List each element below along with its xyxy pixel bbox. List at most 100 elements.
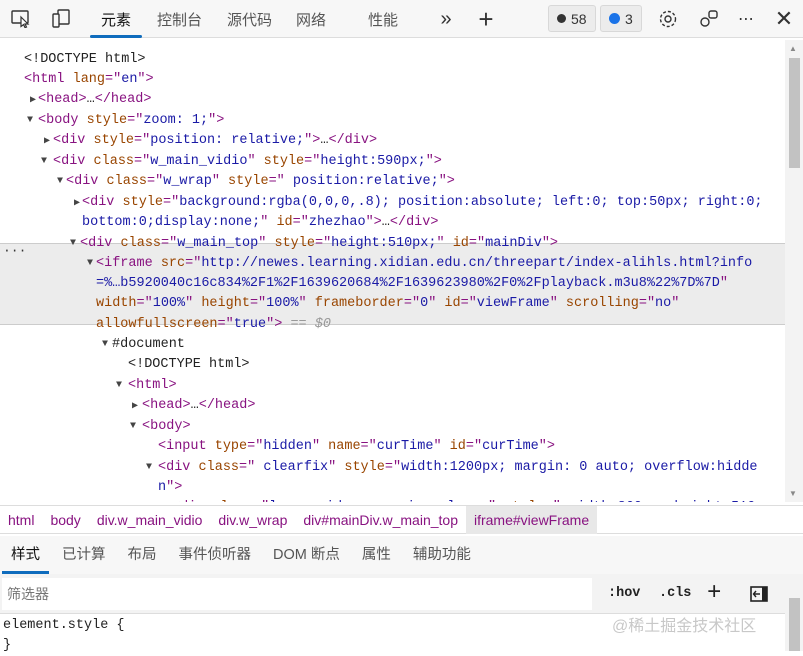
inspect-element-icon[interactable]	[8, 0, 34, 38]
breadcrumb-item[interactable]: div#mainDiv.w_main_top	[295, 506, 466, 534]
dom-node-line[interactable]: n">	[158, 478, 182, 499]
expand-triangle-icon[interactable]: ▶	[132, 400, 142, 412]
panel-tab[interactable]: 辅助功能	[402, 536, 482, 574]
collapse-triangle-icon[interactable]: ▼	[87, 258, 97, 269]
cls-button[interactable]: .cls	[659, 578, 691, 610]
styles-pane: element.style { }	[0, 616, 125, 656]
close-icon[interactable]: ✕	[772, 0, 796, 38]
dom-node-line[interactable]: <body style="zoom: 1;">	[38, 111, 224, 132]
dom-tree[interactable]: ··· <!DOCTYPE html> <html lang="en"> <head…	[0, 40, 785, 502]
node-actions-ellipsis-icon[interactable]: ···	[3, 243, 26, 258]
tab-network[interactable]: 网络	[296, 0, 326, 38]
scroll-down-icon[interactable]: ▼	[789, 489, 797, 498]
scroll-up-icon[interactable]: ▲	[789, 44, 797, 53]
dom-node-line[interactable]: <div style="position: relative;">…</div>	[53, 131, 377, 152]
dom-node-line[interactable]: <head>…</head>	[38, 90, 151, 111]
tag-token: ="	[127, 113, 144, 128]
tag-token: <body	[38, 113, 87, 128]
attribute-name: scrolling	[565, 296, 639, 311]
new-style-rule-icon[interactable]: +	[707, 578, 721, 610]
dom-node-line[interactable]: <html>	[128, 376, 177, 397]
panel-tab[interactable]: 布局	[117, 536, 168, 574]
attribute-value: =%…b5920040c16c834%2F1%2F1639620684%2F16…	[96, 276, 720, 291]
dom-node-line[interactable]: <div class=" clearfix" style="width:1200…	[158, 458, 758, 479]
tag-token: "	[549, 296, 566, 311]
collapse-triangle-icon[interactable]: ▼	[27, 115, 37, 126]
dom-node-line[interactable]: #document	[112, 335, 185, 356]
panel-tab[interactable]: DOM 断点	[262, 536, 351, 574]
breadcrumb-item[interactable]: html	[0, 506, 42, 534]
hov-button[interactable]: :hov	[608, 578, 640, 610]
dom-node-line[interactable]: <input type="hidden" name="curTime" id="…	[158, 437, 555, 458]
scrollbar-thumb[interactable]	[789, 598, 800, 651]
toggle-sidebar-icon[interactable]	[750, 578, 768, 610]
tag-token: <div	[53, 133, 94, 148]
tag-token: ">	[304, 133, 321, 148]
dom-node-line[interactable]: <html lang="en">	[24, 70, 154, 91]
expand-triangle-icon[interactable]: ▶	[74, 197, 84, 209]
dom-node-line[interactable]: <div class="w_wrap" style=" position:rel…	[66, 172, 455, 193]
dom-node-line[interactable]: <div class="w_main_top" style="height:51…	[80, 234, 558, 255]
dom-node-line[interactable]: width="100%" height="100%" frameborder="…	[96, 294, 679, 315]
dom-node-line[interactable]: <head>…</head>	[142, 396, 255, 417]
element-style-rule-open[interactable]: element.style {	[3, 616, 125, 636]
tab-console[interactable]: 控制台	[157, 0, 202, 38]
collapse-triangle-icon[interactable]: ▼	[130, 421, 140, 432]
tag-token: <div	[80, 236, 121, 251]
dom-node-line[interactable]: =%…b5920040c16c834%2F1%2F1639620684%2F16…	[96, 274, 728, 295]
errors-count: 58	[571, 10, 587, 27]
attribute-name: id	[276, 215, 293, 230]
breadcrumb-item[interactable]: iframe#viewFrame	[465, 505, 598, 534]
tag-token: <body>	[142, 419, 191, 434]
attribute-value: position:relative;	[284, 174, 439, 189]
collapse-triangle-icon[interactable]: ▼	[102, 339, 112, 350]
panel-tab[interactable]: 属性	[351, 536, 402, 574]
tag-token: "	[328, 460, 345, 475]
dom-node-line[interactable]: <!DOCTYPE html>	[24, 50, 146, 71]
scrollbar-thumb[interactable]	[789, 58, 800, 168]
tab-sources[interactable]: 源代码	[227, 0, 272, 38]
tag-token: ="	[217, 317, 234, 332]
dom-scrollbar[interactable]: ▲ ▼	[785, 40, 803, 502]
breadcrumb-item[interactable]: div.w_wrap	[210, 506, 295, 534]
more-options-icon[interactable]: ⋯	[734, 0, 758, 38]
expand-triangle-icon[interactable]: ▶	[44, 135, 54, 147]
styles-scrollbar[interactable]	[785, 578, 803, 651]
dom-node-line[interactable]: <div class="w_main_vidio" style="height:…	[53, 152, 442, 173]
panel-tab[interactable]: 已计算	[51, 536, 117, 574]
dom-node-line[interactable]: <iframe src="http://newes.learning.xidia…	[96, 254, 752, 275]
tag-token: "	[433, 439, 450, 454]
attribute-name: src	[160, 256, 186, 271]
expand-triangle-icon[interactable]: ▶	[30, 94, 40, 106]
add-tab-icon[interactable]: +	[474, 0, 498, 38]
panel-tab[interactable]: 事件侦听器	[168, 536, 263, 574]
dom-node-line[interactable]: <!DOCTYPE html>	[128, 355, 250, 376]
tab-performance[interactable]: 性能	[368, 0, 398, 38]
dom-node-line[interactable]: allowfullscreen="true"> == $0	[96, 315, 331, 336]
collapse-triangle-icon[interactable]: ▼	[57, 176, 67, 187]
breadcrumb-item[interactable]: div.w_main_vidio	[89, 506, 211, 534]
dom-node-line[interactable]: bottom:0;display:none;" id="zhezhao">…</…	[82, 213, 438, 234]
more-tabs-icon[interactable]: »	[436, 0, 456, 38]
dom-node-line[interactable]: <div class="large video-wp prism-player"…	[172, 498, 763, 502]
breadcrumb-item[interactable]: body	[42, 506, 88, 534]
tag-token: <div	[158, 460, 199, 475]
filter-input[interactable]	[2, 578, 592, 610]
device-emulation-icon[interactable]	[48, 0, 74, 38]
errors-badge[interactable]: 58	[548, 5, 596, 32]
tag-token: "	[260, 215, 277, 230]
settings-gear-icon[interactable]	[656, 0, 680, 38]
collapse-triangle-icon[interactable]: ▼	[116, 380, 126, 391]
error-icon	[557, 14, 566, 23]
dom-node-line[interactable]: <body>	[142, 417, 191, 438]
collapse-triangle-icon[interactable]: ▼	[146, 462, 156, 473]
tab-elements[interactable]: 元素	[90, 0, 143, 38]
messages-badge[interactable]: 3	[600, 5, 642, 32]
panel-tab[interactable]: 样式	[0, 536, 51, 574]
collapse-triangle-icon[interactable]: ▼	[41, 156, 51, 167]
dom-node-line[interactable]: <div style="background:rgba(0,0,0,.8); p…	[82, 193, 763, 214]
feedback-icon[interactable]	[697, 0, 721, 38]
collapse-triangle-icon[interactable]: ▼	[70, 238, 80, 249]
tag-token: "	[428, 296, 445, 311]
text-token: #document	[112, 337, 185, 352]
